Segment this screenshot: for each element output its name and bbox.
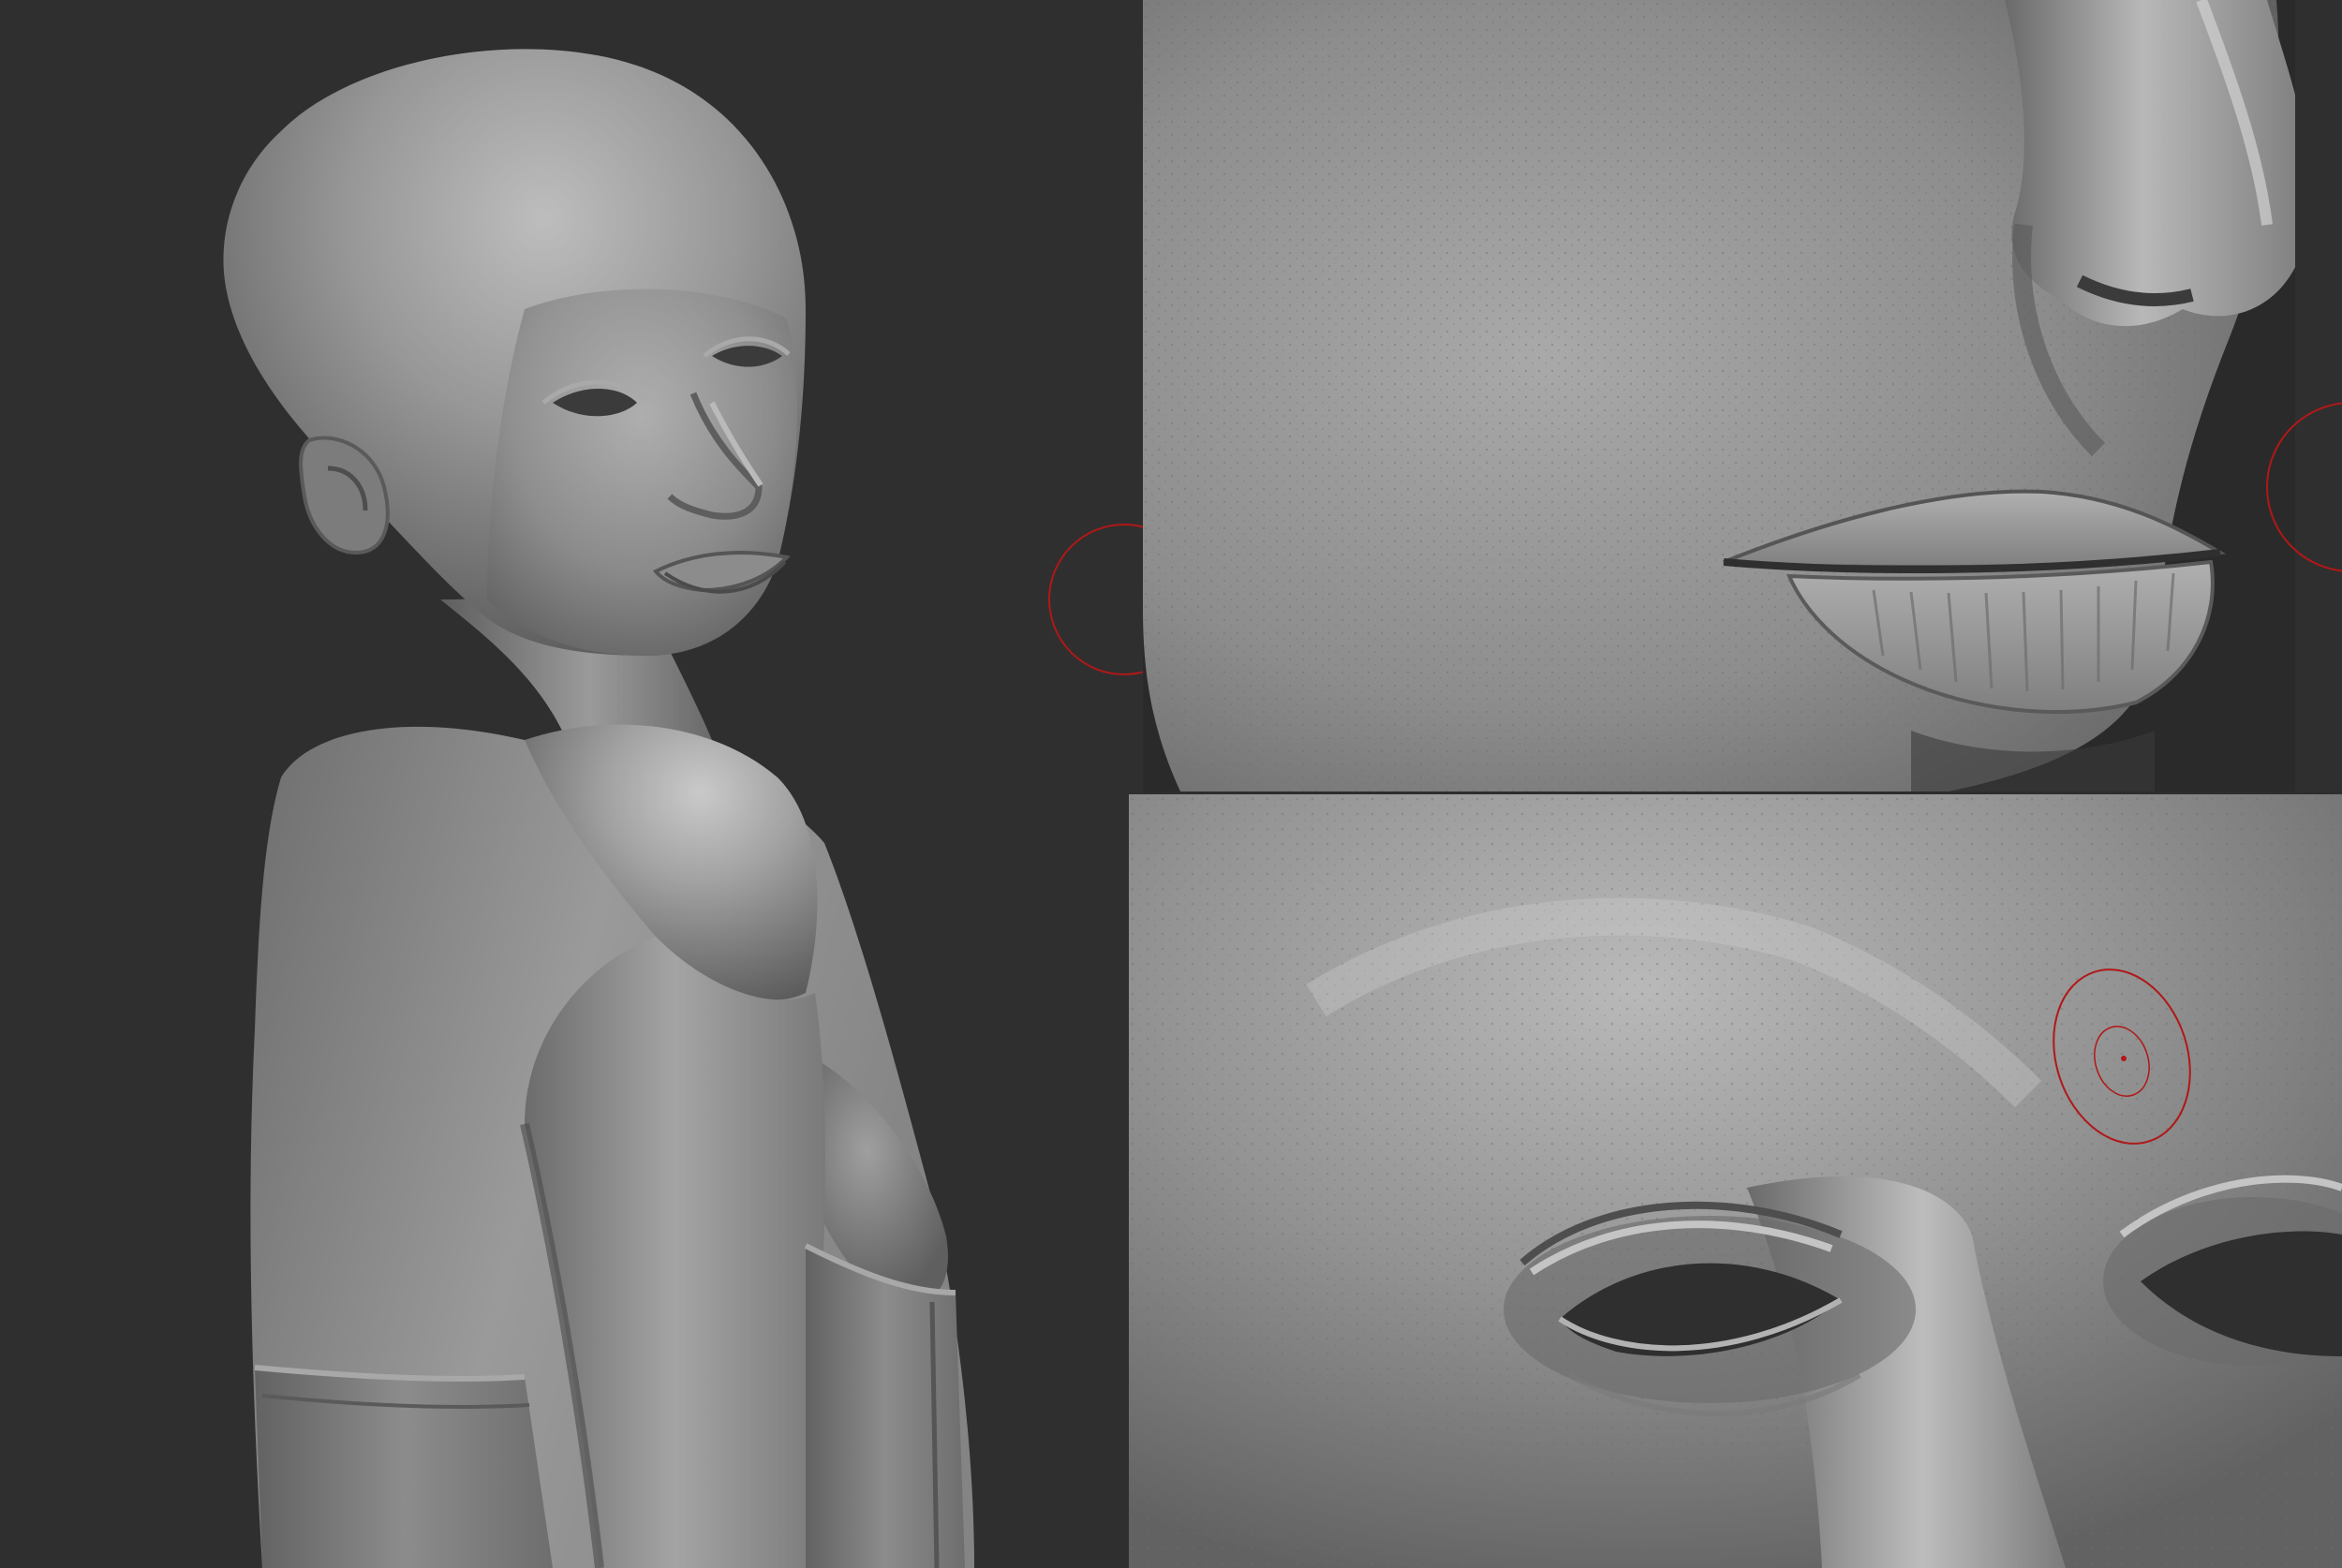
brush-cursor-ring[interactable]: [1048, 524, 1143, 675]
panel-eyes-closeup[interactable]: [1129, 794, 2342, 1568]
bust-sculpt-render: [223, 49, 1143, 1568]
eyes-closeup-render: [1129, 794, 2342, 1568]
panel-bust-view[interactable]: [0, 0, 1143, 1568]
panel-mouth-closeup[interactable]: [1143, 0, 2342, 791]
nose: [2005, 0, 2311, 327]
brush-cursor-dot: [2121, 1056, 2127, 1061]
sculpt-render-sheet: [0, 0, 2342, 1568]
mouth-closeup-render: [1143, 0, 2342, 791]
